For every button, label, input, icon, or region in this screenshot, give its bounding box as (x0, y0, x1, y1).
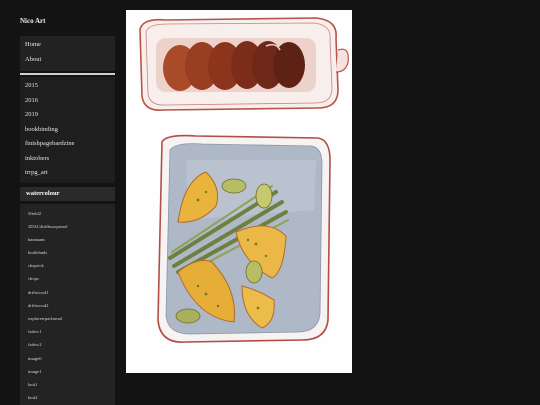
subcategory-link[interactable]: bottlebnds (20, 246, 115, 259)
category-link-inktobers[interactable]: inktobers (20, 152, 115, 167)
category-link-finishpagebardzine[interactable]: finishpagebardzine (20, 137, 115, 152)
category-link-bookbinding[interactable]: bookbinding (20, 123, 115, 138)
main-nav: Home About (20, 36, 115, 71)
plum-dish (139, 17, 349, 112)
subcategory-link[interactable]: fadwc1 (20, 325, 115, 338)
asparagus-lemon-tray (157, 134, 331, 343)
subcategory-link[interactable]: fadwc2 (20, 338, 115, 351)
subcategory-link[interactable]: chops (20, 272, 115, 285)
sidebar: Home About 2015 2016 2019 bookbinding fi… (20, 36, 115, 405)
category-link-2016[interactable]: 2016 (20, 94, 115, 109)
nav-about-link[interactable]: About (20, 53, 115, 68)
subcategory-link[interactable]: driftwood2 (20, 299, 115, 312)
active-category-heading[interactable]: watercolour (20, 186, 115, 201)
subcategory-link[interactable]: image0 (20, 352, 115, 365)
subcategory-link[interactable]: 5field2 (20, 207, 115, 220)
category-link-trrpg-art[interactable]: trrpg_art (20, 166, 115, 181)
nav-divider (20, 73, 115, 75)
artwork-svg (139, 17, 349, 343)
page: Nico Art Home About 2015 2016 2019 bookb… (0, 0, 540, 405)
subcategory-link[interactable]: driftwood1 (20, 286, 115, 299)
subcategory-link[interactable]: knit2 (20, 391, 115, 404)
subcategory-link[interactable]: chaprick (20, 259, 115, 272)
category-list: 2015 2016 2019 bookbinding finishpagebar… (20, 77, 115, 183)
subcategory-link[interactable]: bananans (20, 233, 115, 246)
category-link-2015[interactable]: 2015 (20, 79, 115, 94)
watercolour-painting-image[interactable] (126, 10, 352, 373)
site-title[interactable]: Nico Art (20, 17, 45, 25)
nav-home-link[interactable]: Home (20, 38, 115, 53)
category-link-2019[interactable]: 2019 (20, 108, 115, 123)
subcategory-link[interactable]: 3DAC4ttrlhsoopsmol (20, 220, 115, 233)
subcategory-link[interactable]: explorerrpachsmol (20, 312, 115, 325)
subcategory-list: 5field2 3DAC4ttrlhsoopsmol bananans bott… (20, 203, 115, 405)
subcategory-link[interactable]: knit1 (20, 378, 115, 391)
subcategory-link[interactable]: image1 (20, 365, 115, 378)
